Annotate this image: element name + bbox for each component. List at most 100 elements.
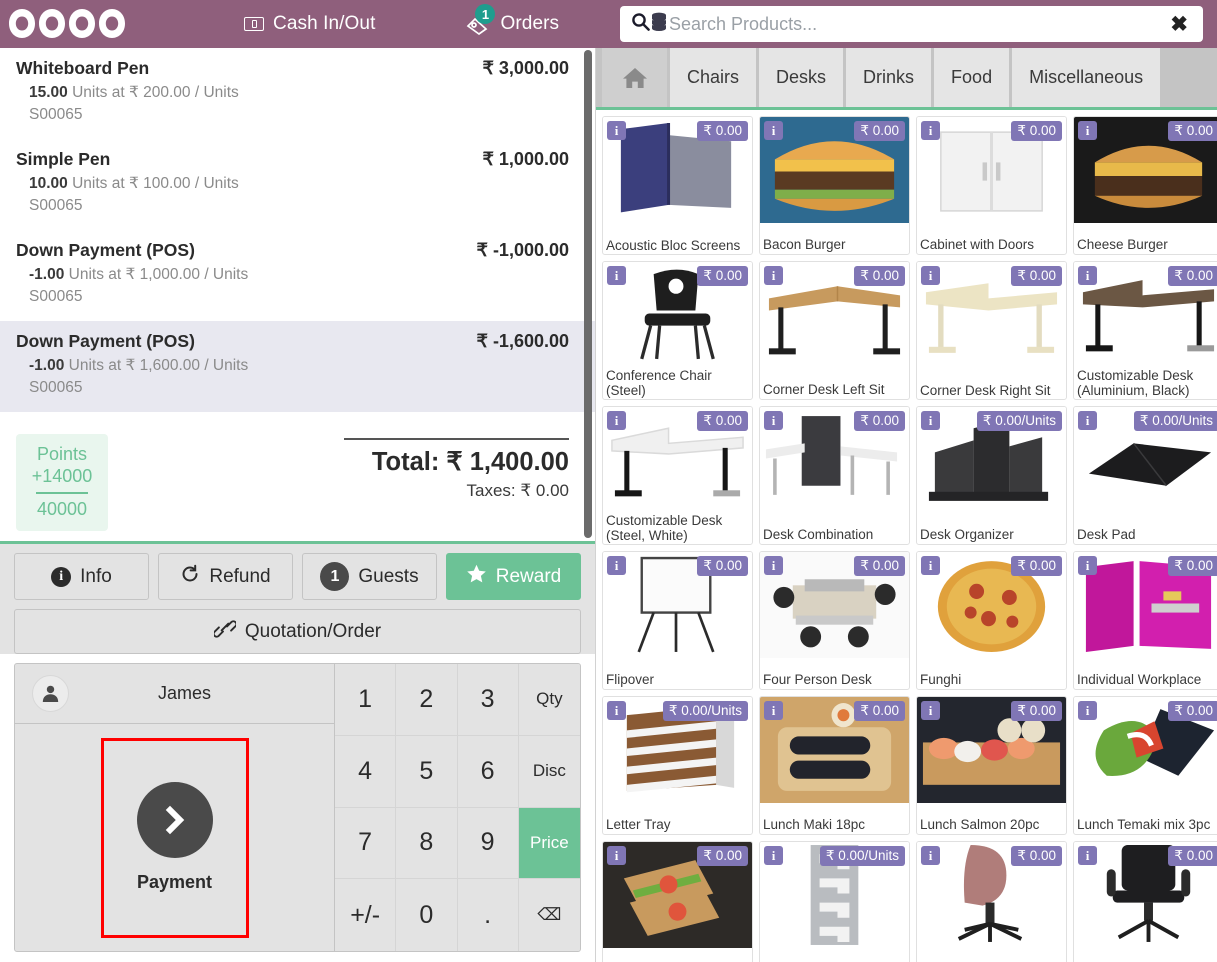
numpad-key-[interactable]: +/- [335, 879, 397, 951]
product-info-icon[interactable]: i [607, 846, 626, 865]
order-line-name: Down Payment (POS) [16, 330, 195, 351]
numpad-key-7[interactable]: 7 [335, 807, 397, 880]
product-info-icon[interactable]: i [1078, 556, 1097, 575]
product-card[interactable]: i ₹ 0.00/Units Desk Organizer [916, 406, 1067, 545]
product-price-badge: ₹ 0.00 [1011, 121, 1062, 141]
product-card[interactable]: i ₹ 0.00 Lunch Maki 18pc [759, 696, 910, 835]
product-info-icon[interactable]: i [607, 266, 626, 285]
numpad-key-3[interactable]: 3 [457, 664, 519, 736]
product-info-icon[interactable]: i [921, 411, 940, 430]
search-bar[interactable]: ✖ [620, 6, 1203, 42]
numpad-key-5[interactable]: 5 [396, 735, 458, 808]
guests-button[interactable]: 1 Guests [302, 553, 437, 600]
order-line[interactable]: Down Payment (POS) ₹ -1,600.00 -1.00 Units… [0, 320, 595, 412]
product-card[interactable]: i ₹ 0.00 [916, 841, 1067, 962]
product-info-icon[interactable]: i [764, 556, 783, 575]
product-card[interactable]: i ₹ 0.00 Lunch Salmon 20pc [916, 696, 1067, 835]
product-info-icon[interactable]: i [1078, 701, 1097, 720]
product-info-icon[interactable]: i [921, 556, 940, 575]
product-card[interactable]: i ₹ 0.00 Corner Desk Left Sit [759, 261, 910, 400]
product-info-icon[interactable]: i [1078, 266, 1097, 285]
product-card[interactable]: i ₹ 0.00 Bacon Burger [759, 116, 910, 255]
product-info-icon[interactable]: i [607, 121, 626, 140]
product-info-icon[interactable]: i [921, 701, 940, 720]
product-info-icon[interactable]: i [764, 846, 783, 865]
order-lines: Whiteboard Pen ₹ 3,000.00 15.00 Units at ₹… [0, 48, 595, 412]
numpad-key-2[interactable]: 2 [396, 664, 458, 736]
search-input[interactable] [669, 13, 1167, 35]
customer-button[interactable]: James [15, 664, 334, 724]
product-info-icon[interactable]: i [921, 846, 940, 865]
product-card[interactable]: i ₹ 0.00 [602, 841, 753, 962]
product-info-icon[interactable]: i [764, 411, 783, 430]
product-card[interactable]: i ₹ 0.00 Funghi [916, 551, 1067, 690]
product-card[interactable]: i ₹ 0.00/Units Letter Tray [602, 696, 753, 835]
clear-search-icon[interactable]: ✖ [1166, 12, 1192, 37]
product-info-icon[interactable]: i [1078, 121, 1097, 140]
quotation-order-button[interactable]: Quotation/Order [14, 609, 581, 654]
product-card[interactable]: i ₹ 0.00 Acoustic Bloc Screens [602, 116, 753, 255]
category-tab-chairs[interactable]: Chairs [670, 48, 760, 107]
order-actions: i Info Refund 1 Guests Reward Quotation/… [0, 544, 595, 654]
numpad-key-qty[interactable]: Qty [518, 664, 580, 736]
product-card[interactable]: i ₹ 0.00 Lunch Temaki mix 3pc [1073, 696, 1217, 835]
product-card[interactable]: i ₹ 0.00 Customizable Desk (Steel, White) [602, 406, 753, 545]
product-card[interactable]: i ₹ 0.00 [1073, 841, 1217, 962]
product-info-icon[interactable]: i [921, 266, 940, 285]
category-tab-miscellaneous[interactable]: Miscellaneous [1012, 48, 1164, 107]
numpad-key-1[interactable]: 1 [335, 664, 397, 736]
order-line[interactable]: Whiteboard Pen ₹ 3,000.00 15.00 Units at ₹… [0, 48, 595, 139]
payment-button[interactable]: Payment [100, 737, 249, 938]
product-card[interactable]: i ₹ 0.00 Cheese Burger [1073, 116, 1217, 255]
product-card[interactable]: i ₹ 0.00 Corner Desk Right Sit [916, 261, 1067, 400]
category-tab-food[interactable]: Food [934, 48, 1013, 107]
product-card[interactable]: i ₹ 0.00 Customizable Desk (Aluminium, Bla… [1073, 261, 1217, 400]
product-info-icon[interactable]: i [921, 121, 940, 140]
pos-app: Cash In/Out 1 Orders Search Products... … [0, 0, 1217, 962]
product-info-icon[interactable]: i [764, 701, 783, 720]
orders-button[interactable]: 1 Orders [451, 0, 573, 48]
numpad-key-price[interactable]: Price [518, 807, 580, 880]
numpad-key-disc[interactable]: Disc [518, 735, 580, 808]
category-tab-desks[interactable]: Desks [759, 48, 847, 107]
info-button[interactable]: i Info [14, 553, 149, 600]
product-name: Lunch Temaki mix 3pc [1077, 816, 1211, 832]
chevron-right-icon [136, 782, 213, 858]
product-info-icon[interactable]: i [607, 556, 626, 575]
product-card[interactable]: i ₹ 0.00 Individual Workplace [1073, 551, 1217, 690]
product-card[interactable]: i ₹ 0.00 Desk Combination [759, 406, 910, 545]
product-info-icon[interactable]: i [764, 121, 783, 140]
numpad-key-4[interactable]: 4 [335, 735, 397, 808]
order-list-scrollbar[interactable] [584, 50, 592, 538]
refund-button[interactable]: Refund [158, 553, 293, 600]
numpad-key-6[interactable]: 6 [457, 735, 519, 808]
product-card[interactable]: i ₹ 0.00 Flipover [602, 551, 753, 690]
product-info-icon[interactable]: i [1078, 846, 1097, 865]
product-info-icon[interactable]: i [1078, 411, 1097, 430]
product-info-icon[interactable]: i [607, 411, 626, 430]
product-card[interactable]: i ₹ 0.00/Units [759, 841, 910, 962]
order-summary: Points +14000 40000 Total: ₹ 1,400.00 Ta… [0, 412, 595, 532]
product-card[interactable]: i ₹ 0.00/Units Desk Pad [1073, 406, 1217, 545]
category-tab-home[interactable] [602, 48, 670, 107]
numpad-key-0[interactable]: 0 [396, 879, 458, 951]
numpad-key-9[interactable]: 9 [457, 807, 519, 880]
product-card[interactable]: i ₹ 0.00 Four Person Desk [759, 551, 910, 690]
totals-divider [344, 437, 569, 440]
product-card[interactable]: i ₹ 0.00 Conference Chair (Steel) [602, 261, 753, 400]
product-card[interactable]: i ₹ 0.00 Cabinet with Doors [916, 116, 1067, 255]
numpad-key-8[interactable]: 8 [396, 807, 458, 880]
cash-in-out-button[interactable]: Cash In/Out [230, 0, 389, 48]
order-line[interactable]: Simple Pen ₹ 1,000.00 10.00 Units at ₹ 100… [0, 139, 595, 230]
numpad-key-[interactable]: . [457, 879, 519, 951]
reward-button[interactable]: Reward [446, 553, 581, 600]
orders-label: Orders [500, 13, 560, 34]
order-line-note: S00065 [29, 197, 83, 215]
category-tab-drinks[interactable]: Drinks [846, 48, 935, 107]
product-price-badge: ₹ 0.00 [1168, 121, 1217, 141]
product-info-icon[interactable]: i [764, 266, 783, 285]
product-info-icon[interactable]: i [607, 701, 626, 720]
numpad-key-[interactable]: ⌫ [518, 879, 580, 951]
odoo-logo[interactable] [0, 7, 158, 41]
order-line[interactable]: Down Payment (POS) ₹ -1,000.00 -1.00 Units… [0, 230, 595, 321]
